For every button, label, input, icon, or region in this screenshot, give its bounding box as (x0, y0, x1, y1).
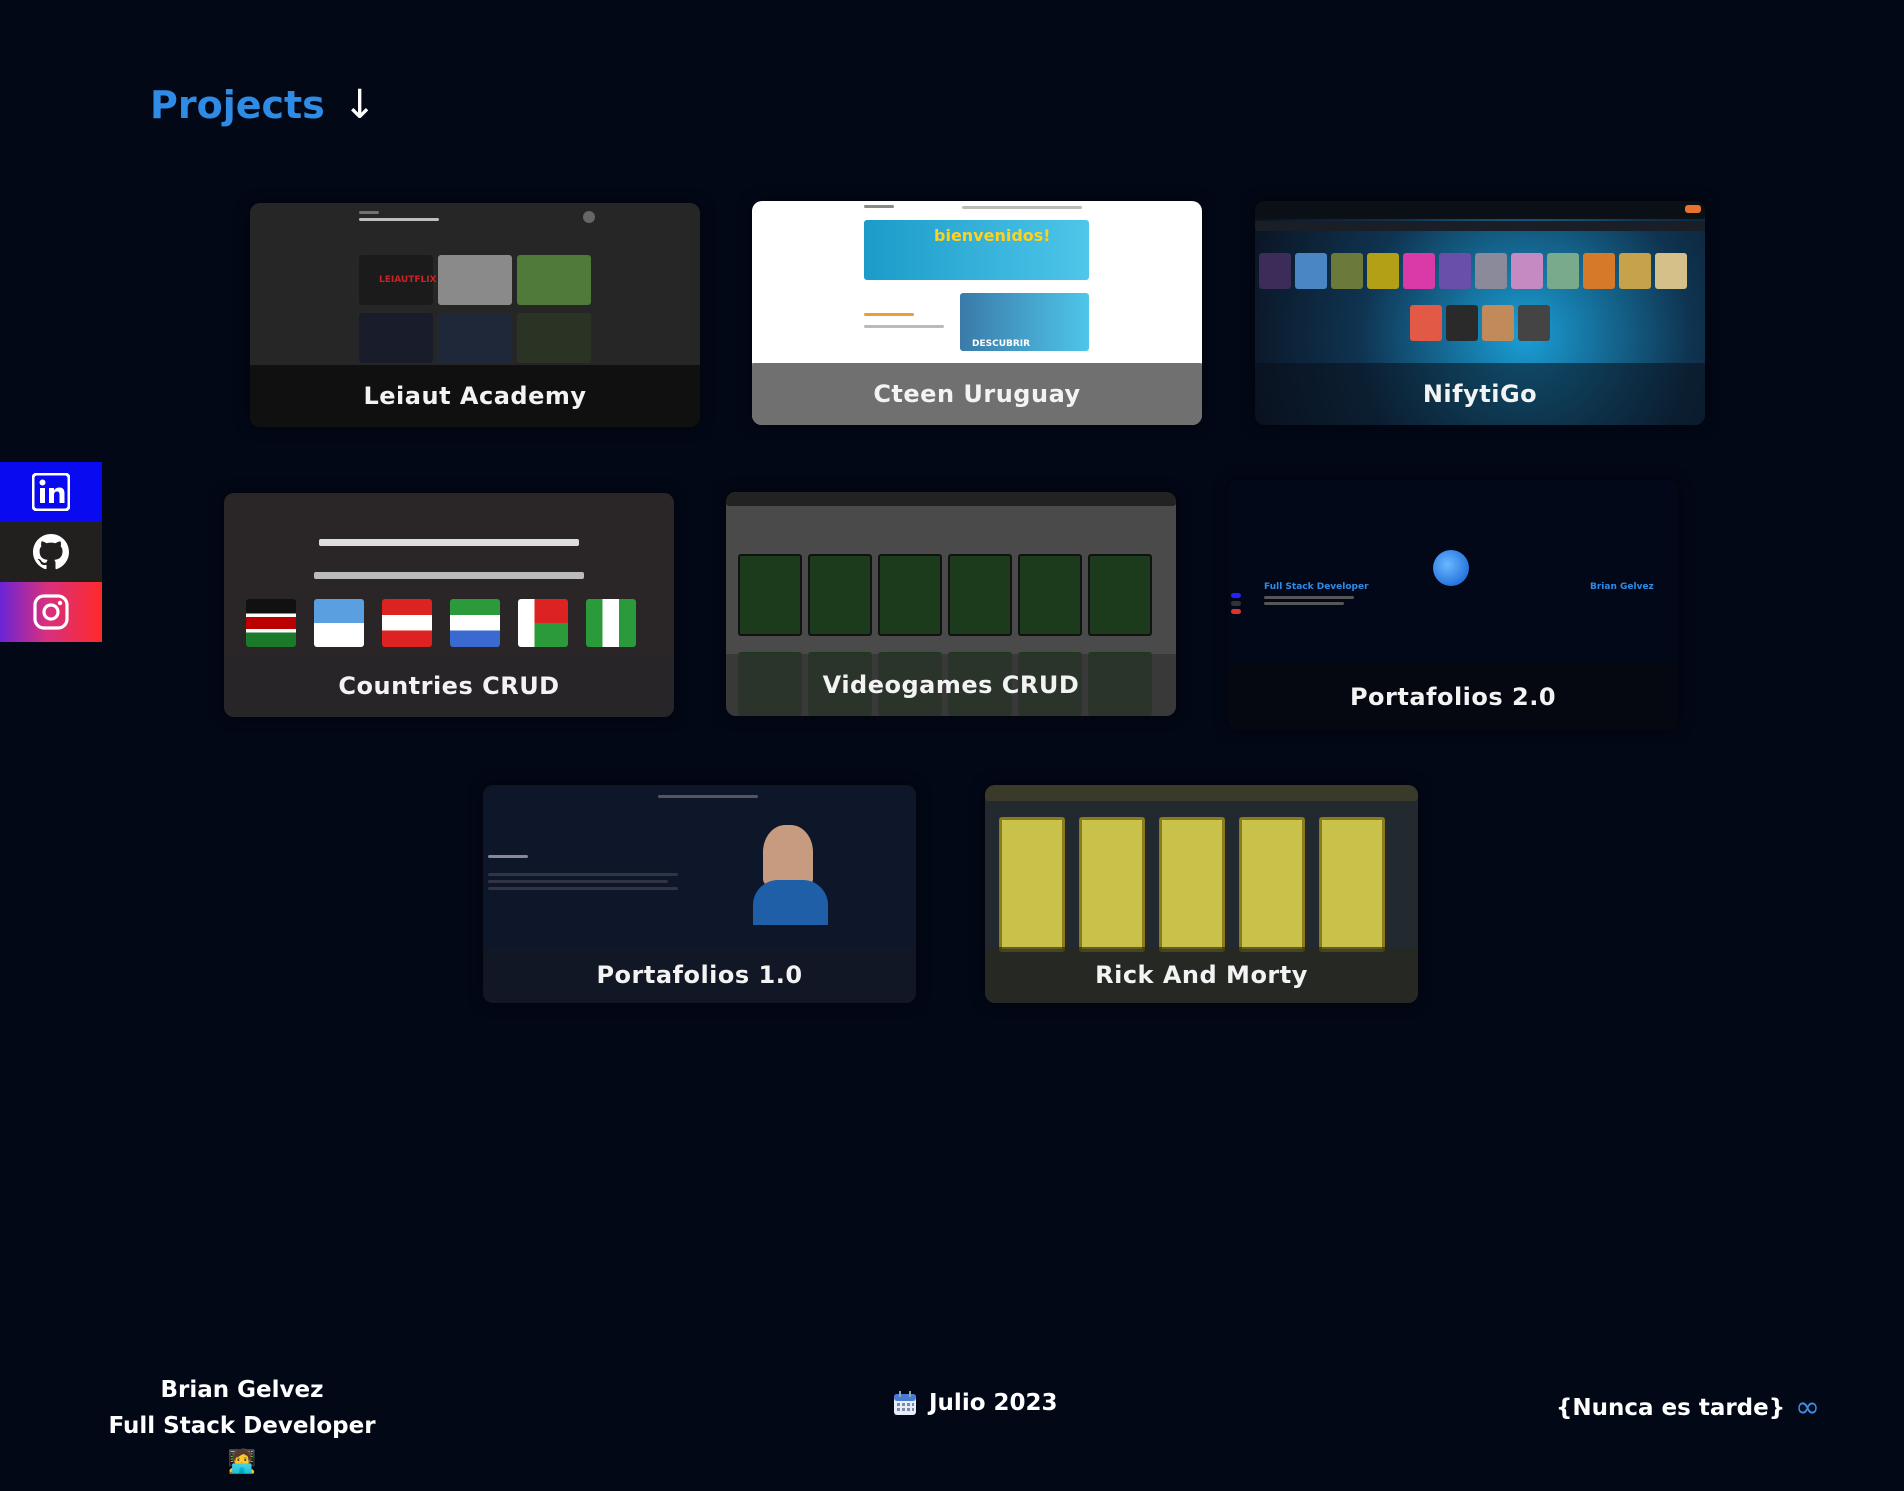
social-links (0, 462, 102, 642)
linkedin-icon (32, 473, 70, 511)
project-title: Countries CRUD (224, 655, 674, 717)
github-icon (33, 534, 69, 570)
instagram-link[interactable] (0, 582, 102, 642)
project-card-countries-crud[interactable]: Countries CRUD (224, 493, 674, 717)
arrow-down-icon: ↓ (342, 82, 377, 128)
projects-title: Projects (150, 83, 325, 127)
footer-date-text: Julio 2023 (929, 1390, 1058, 1416)
project-card-portafolios-2-0[interactable]: Full Stack Developer Brian Gelvez Portaf… (1228, 480, 1678, 730)
project-title: Cteen Uruguay (752, 363, 1202, 425)
project-card-leiaut-academy[interactable]: LEIAUTFLIX Leiaut Academy (250, 203, 700, 427)
project-title: Rick And Morty (985, 947, 1418, 1003)
calendar-icon (894, 1391, 916, 1415)
project-title: NifytiGo (1255, 363, 1705, 425)
project-card-videogames-crud[interactable]: Videogames CRUD (726, 492, 1176, 716)
project-title: Videogames CRUD (726, 654, 1176, 716)
motto-text: {Nunca es tarde} (1556, 1394, 1786, 1421)
projects-heading: Projects ↓ (150, 82, 376, 128)
project-card-nifytigo[interactable]: NifytiGo (1255, 201, 1705, 425)
project-title: Portafolios 2.0 (1228, 664, 1678, 730)
author-role: Full Stack Developer 🧑‍💻 (108, 1413, 376, 1475)
author-name: Brian Gelvez (160, 1377, 324, 1403)
footer-date: Julio 2023 (893, 1390, 1058, 1416)
project-title: Portafolios 1.0 (483, 947, 916, 1003)
project-title: Leiaut Academy (250, 365, 700, 427)
project-card-portafolios-1-0[interactable]: Portafolios 1.0 (483, 785, 916, 1003)
project-card-rick-and-morty[interactable]: Rick And Morty (985, 785, 1418, 1003)
infinity-icon: ∞ (1795, 1390, 1821, 1425)
github-link[interactable] (0, 522, 102, 582)
footer-motto: {Nunca es tarde} ∞ (1556, 1390, 1820, 1425)
project-card-cteen-uruguay[interactable]: bienvenidos! DESCUBRIR Cteen Uruguay (752, 201, 1202, 425)
footer-author: Brian Gelvez Full Stack Developer 🧑‍💻 (92, 1372, 392, 1480)
linkedin-link[interactable] (0, 462, 102, 522)
instagram-icon (33, 594, 69, 630)
